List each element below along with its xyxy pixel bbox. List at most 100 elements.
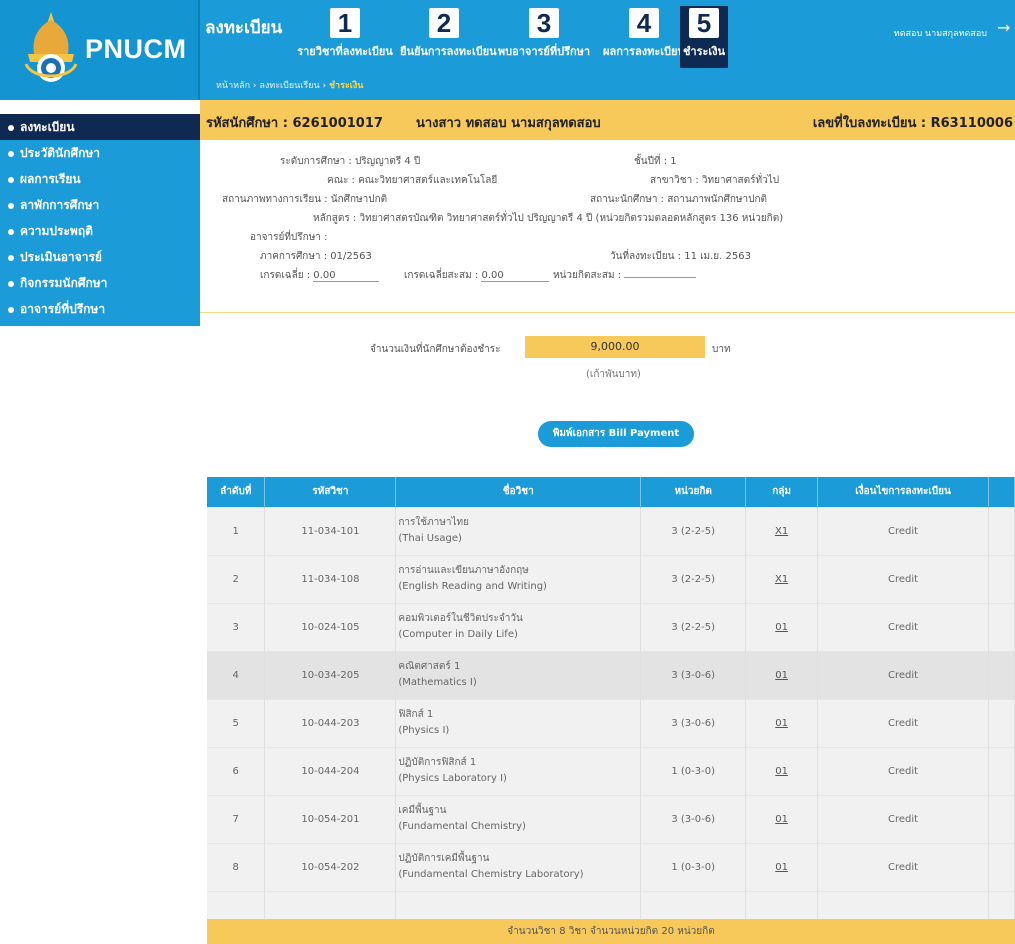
row-extra — [988, 554, 1015, 603]
sidebar-item-label: ลาพักการศึกษา — [20, 198, 100, 212]
sidebar-item-conduct[interactable]: ความประพฤติ — [0, 218, 200, 244]
row-group: 01 — [745, 794, 819, 843]
course-name-th: การใช้ภาษาไทย — [398, 517, 469, 528]
table-row: 3 10-024-105 คอมพิวเตอร์ในชีวิตประจำวัน (… — [207, 602, 1015, 651]
sidebar-item-evaluation[interactable]: ประเมินอาจารย์ — [0, 244, 200, 270]
row-condition: Credit — [817, 746, 989, 795]
gpa-label: เกรดเฉลี่ย : — [260, 270, 311, 281]
group-link[interactable]: 01 — [775, 862, 788, 873]
credits-label: หน่วยกิตสะสม : — [553, 270, 622, 281]
sidebar-item-label: ประวัตินักศึกษา — [20, 146, 101, 160]
course-name-th: เคมีพื้นฐาน — [398, 805, 447, 816]
row-extra — [988, 650, 1015, 699]
step-label: ยืนยันการลงทะเบียน — [400, 45, 497, 58]
step-3[interactable]: 3 พบอาจารย์ที่ปรึกษา — [488, 6, 600, 68]
step-4[interactable]: 4 ผลการลงทะเบียน — [600, 6, 688, 68]
payment-amount: 9,000.00 — [525, 336, 705, 358]
student-id: รหัสนักศึกษา : 6261001017 — [206, 116, 383, 131]
logout-arrow-icon[interactable]: → — [997, 18, 1011, 40]
row-extra — [988, 794, 1015, 843]
col-header-code: รหัสวิชา — [264, 477, 397, 507]
print-bill-payment-button[interactable]: พิมพ์เอกสาร Bill Payment — [538, 421, 694, 447]
sidebar-item-grades[interactable]: ผลการเรียน — [0, 166, 200, 192]
breadcrumb-section[interactable]: ลงทะเบียนเรียน — [259, 81, 319, 91]
group-link[interactable]: 01 — [775, 766, 788, 777]
step-5-active[interactable]: 5 ชำระเงิน — [680, 6, 728, 68]
row-credit: 3 (3-0-6) — [640, 794, 747, 843]
row-group: 01 — [745, 698, 819, 747]
gpax-value: 0.00 — [481, 270, 550, 282]
row-name: การอ่านและเขียนภาษาอังกฤษ (English Readin… — [395, 554, 642, 603]
sidebar-item-label: ผลการเรียน — [20, 172, 81, 186]
group-link[interactable]: X1 — [775, 574, 788, 585]
col-header-group: กลุ่ม — [745, 477, 819, 507]
row-no: 6 — [207, 746, 266, 795]
col-header-no: ลำดับที่ — [207, 477, 266, 507]
course-name-en: (Fundamental Chemistry Laboratory) — [398, 869, 584, 880]
col-header-credit: หน่วยกิต — [640, 477, 747, 507]
detail-student-status: สถานะนักศึกษา : สถานภาพนักศึกษาปกติ — [590, 194, 768, 205]
row-condition: Credit — [817, 650, 989, 699]
group-link[interactable]: X1 — [775, 526, 788, 537]
row-code: 10-044-203 — [264, 698, 397, 747]
row-no: 7 — [207, 794, 266, 843]
row-group: 01 — [745, 842, 819, 891]
detail-level: ระดับการศึกษา : ปริญญาตรี 4 ปี — [280, 156, 421, 167]
sidebar-item-profile[interactable]: ประวัตินักศึกษา — [0, 140, 200, 166]
row-credit: 1 (0-3-0) — [640, 842, 747, 891]
sidebar-item-register[interactable]: ลงทะเบียน — [0, 114, 200, 140]
sidebar-item-advisor[interactable]: อาจารย์ที่ปรึกษา — [0, 296, 200, 322]
row-code: 10-054-202 — [264, 842, 397, 891]
detail-major: สาขาวิชา : วิทยาศาสตร์ทั่วไป — [650, 175, 780, 186]
courses-table: ลำดับที่ รหัสวิชา ชื่อวิชา หน่วยกิต กลุ่… — [207, 477, 1015, 919]
course-name-th: ฟิสิกส์ 1 — [398, 709, 434, 720]
course-name-th: คณิตศาสตร์ 1 — [398, 661, 461, 672]
breadcrumb-separator: › — [250, 81, 260, 91]
registration-number: เลขที่ใบลงทะเบียน : R63110006 — [812, 116, 1013, 131]
row-name: ปฏิบัติการฟิสิกส์ 1 (Physics Laboratory I… — [395, 746, 642, 795]
group-link[interactable]: 01 — [775, 718, 788, 729]
table-row: 2 11-034-108 การอ่านและเขียนภาษาอังกฤษ (E… — [207, 554, 1015, 603]
detail-faculty: คณะ : คณะวิทยาศาสตร์และเทคโนโลยี — [327, 175, 498, 186]
step-2[interactable]: 2 ยืนยันการลงทะเบียน — [400, 6, 497, 68]
step-label: ผลการลงทะเบียน — [603, 45, 685, 58]
course-name-en: (Computer in Daily Life) — [398, 629, 518, 640]
step-label: รายวิชาที่ลงทะเบียน — [297, 45, 393, 58]
row-code: 10-024-105 — [264, 602, 397, 651]
sidebar-item-activities[interactable]: กิจกรรมนักศึกษา — [0, 270, 200, 296]
row-name: การใช้ภาษาไทย (Thai Usage) — [395, 506, 642, 555]
logo-area[interactable]: PNUCM — [0, 0, 200, 100]
course-name-th: คอมพิวเตอร์ในชีวิตประจำวัน — [398, 613, 523, 624]
row-no: 1 — [207, 506, 266, 555]
group-link[interactable]: 01 — [775, 814, 788, 825]
row-name: เคมีพื้นฐาน (Fundamental Chemistry) — [395, 794, 642, 843]
gpa-value: 0.00 — [313, 270, 380, 282]
step-number: 4 — [629, 8, 659, 38]
table-row: 4 10-034-205 คณิตศาสตร์ 1 (Mathematics I)… — [207, 650, 1015, 699]
row-extra — [988, 842, 1015, 891]
detail-credits: หน่วยกิตสะสม : — [553, 268, 697, 283]
table-header-row: ลำดับที่ รหัสวิชา ชื่อวิชา หน่วยกิต กลุ่… — [207, 477, 1015, 507]
gpax-label: เกรดเฉลี่ยสะสม : — [404, 270, 479, 281]
sidebar-item-leave[interactable]: ลาพักการศึกษา — [0, 192, 200, 218]
row-code: 11-034-101 — [264, 506, 397, 555]
group-link[interactable]: 01 — [775, 670, 788, 681]
row-group: 01 — [745, 602, 819, 651]
register-title: ลงทะเบียน — [205, 18, 283, 38]
breadcrumb-home[interactable]: หน้าหลัก — [216, 81, 250, 91]
detail-gpax: เกรดเฉลี่ยสะสม : 0.00 — [404, 268, 550, 283]
row-credit: 3 (2-2-5) — [640, 554, 747, 603]
step-1[interactable]: 1 รายวิชาที่ลงทะเบียน — [290, 6, 400, 68]
payment-label: จำนวนเงินที่นักศึกษาต้องชำระ — [370, 344, 501, 355]
step-number: 2 — [429, 8, 459, 38]
table-summary: จำนวนวิชา 8 วิชา จำนวนหน่วยกิต 20 หน่วยก… — [207, 919, 1015, 944]
course-name-th: การอ่านและเขียนภาษาอังกฤษ — [398, 565, 529, 576]
row-name: ปฏิบัติการเคมีพื้นฐาน (Fundamental Chemis… — [395, 842, 642, 891]
step-number: 5 — [689, 8, 719, 38]
bullet-icon — [8, 280, 14, 287]
row-no: 3 — [207, 602, 266, 651]
bullet-icon — [8, 228, 14, 235]
detail-semester: ภาคการศึกษา : 01/2563 — [260, 251, 372, 262]
step-label: พบอาจารย์ที่ปรึกษา — [497, 45, 591, 58]
group-link[interactable]: 01 — [775, 622, 788, 633]
